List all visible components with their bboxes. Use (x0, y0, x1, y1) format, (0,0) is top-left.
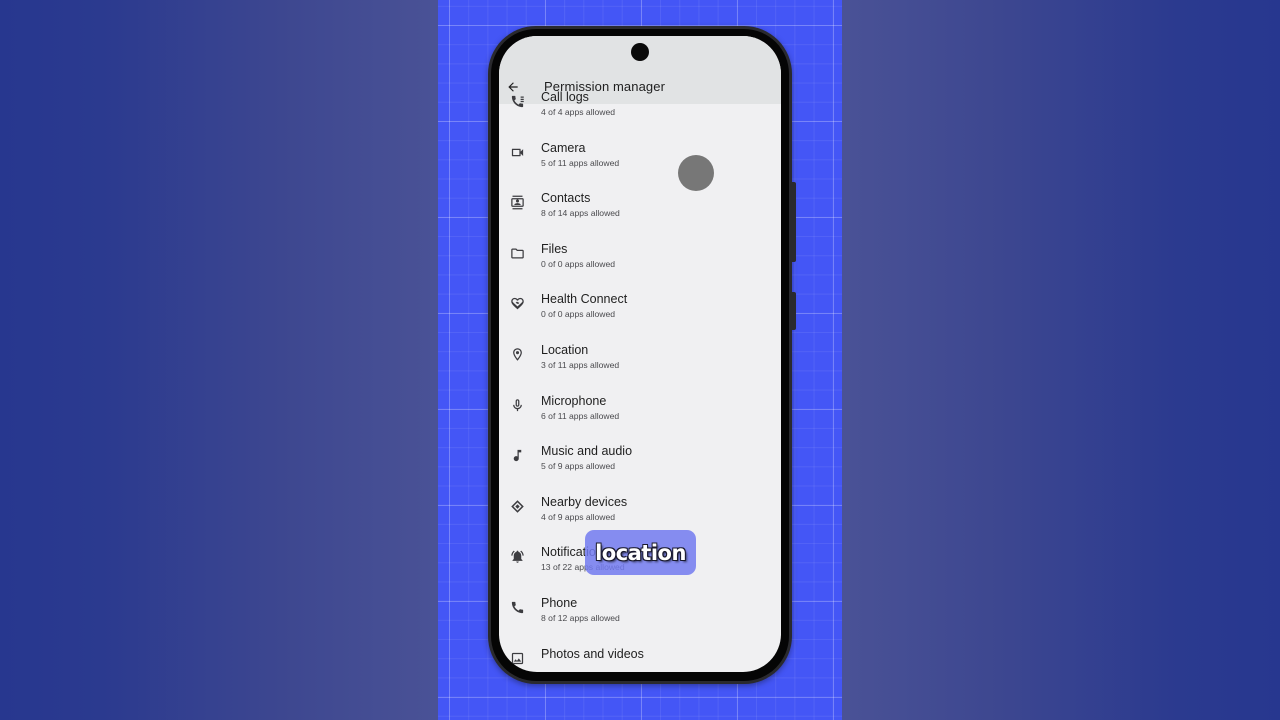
call-log-icon (510, 94, 525, 109)
volume-button (792, 292, 796, 330)
caption-bubble: location (585, 530, 696, 575)
nearby-devices-icon (510, 499, 525, 514)
permission-item-photos-and-videos[interactable]: Photos and videos (499, 640, 781, 672)
power-button (792, 182, 796, 262)
videocam-icon (510, 145, 525, 160)
permission-label: Location (541, 342, 589, 357)
microphone-icon (510, 398, 525, 413)
permission-label: Music and audio (541, 444, 633, 459)
permission-item-camera[interactable]: Camera 5 of 11 apps allowed (499, 134, 781, 185)
camera-cutout (631, 43, 649, 61)
permission-item-contacts[interactable]: Contacts 8 of 14 apps allowed (499, 184, 781, 235)
permission-label: Health Connect (541, 292, 628, 307)
folder-icon (510, 246, 525, 261)
permission-item-call-logs[interactable]: Call logs 4 of 4 apps allowed (499, 83, 781, 134)
permission-label: Call logs (541, 90, 589, 104)
photos-icon (510, 651, 525, 666)
permission-item-phone[interactable]: Phone 8 of 12 apps allowed (499, 589, 781, 640)
permission-item-music-and-audio[interactable]: Music and audio 5 of 9 apps allowed (499, 437, 781, 488)
permission-label: Photos and videos (541, 646, 644, 661)
permission-count: 8 of 14 apps allowed (541, 208, 620, 219)
permission-count: 5 of 11 apps allowed (541, 157, 620, 168)
permission-item-files[interactable]: Files 0 of 0 apps allowed (499, 235, 781, 286)
permission-count: 6 of 11 apps allowed (541, 410, 620, 421)
permission-list[interactable]: Call logs 4 of 4 apps allowed Camera 5 o… (499, 90, 781, 672)
permission-label: Camera (541, 140, 586, 155)
permission-item-location[interactable]: Location 3 of 11 apps allowed (499, 336, 781, 387)
permission-count: 8 of 12 apps allowed (541, 612, 620, 623)
permission-count: 5 of 9 apps allowed (541, 461, 616, 472)
permission-count: 4 of 4 apps allowed (541, 107, 616, 117)
phone-icon (510, 600, 525, 615)
permission-count: 3 of 11 apps allowed (541, 359, 620, 370)
phone-screen: Permission manager Call logs 4 of 4 apps… (499, 36, 781, 672)
notifications-active-icon (510, 549, 525, 564)
permission-count: 0 of 0 apps allowed (541, 309, 616, 320)
music-note-icon (510, 448, 525, 463)
permission-item-microphone[interactable]: Microphone 6 of 11 apps allowed (499, 387, 781, 438)
caption-text: location (595, 540, 686, 565)
permission-label: Microphone (541, 393, 607, 408)
permission-count: 0 of 0 apps allowed (541, 258, 616, 269)
permission-label: Files (541, 241, 568, 256)
permission-label: Phone (541, 595, 578, 610)
permission-count: 4 of 9 apps allowed (541, 511, 616, 522)
permission-item-health-connect[interactable]: Health Connect 0 of 0 apps allowed (499, 285, 781, 336)
touch-indicator (678, 155, 714, 191)
health-connect-icon (510, 296, 525, 311)
permission-label: Nearby devices (541, 494, 628, 509)
location-pin-icon (510, 347, 525, 362)
permission-label: Contacts (541, 191, 591, 206)
contacts-icon (510, 195, 525, 210)
